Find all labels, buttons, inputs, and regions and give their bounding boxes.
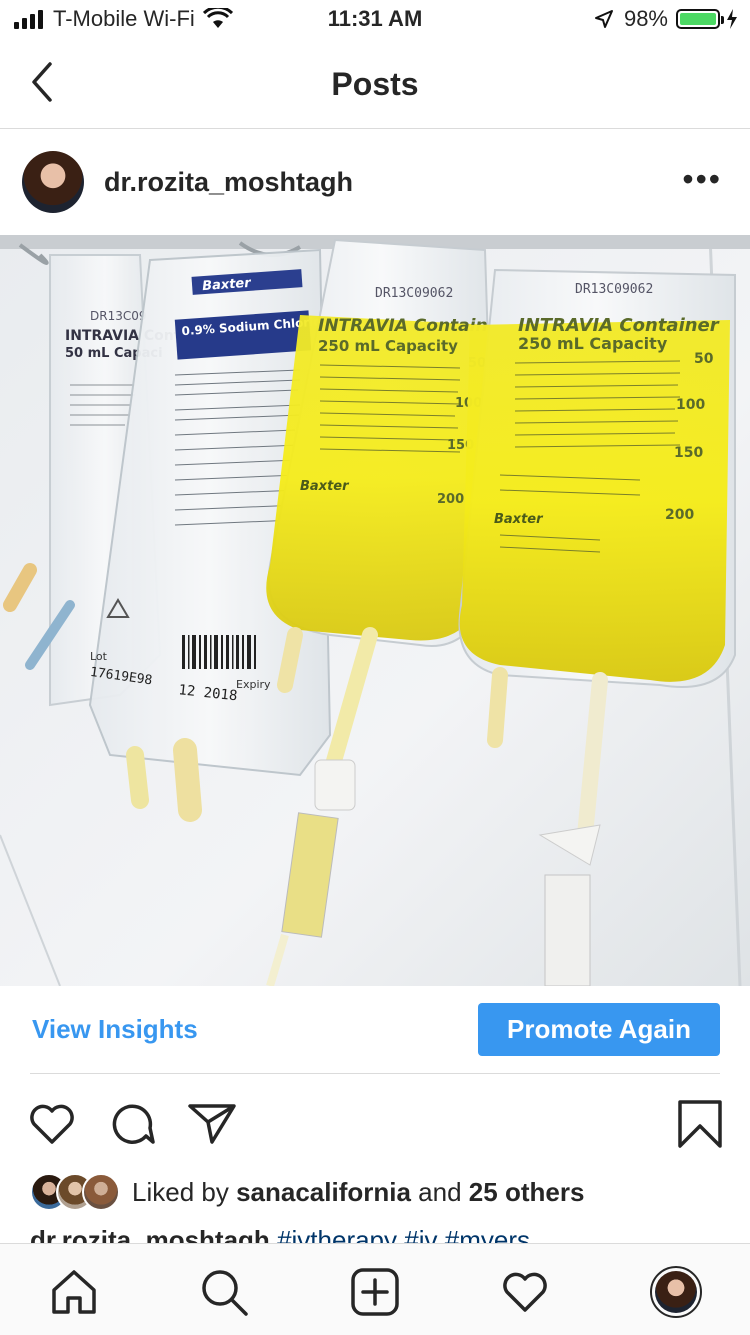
ellipsis-icon: ••• (682, 161, 722, 197)
bag3-title-text: INTRAVIA Container (518, 315, 720, 336)
tab-profile[interactable] (650, 1266, 702, 1318)
heart-icon (30, 1104, 74, 1144)
hashtag[interactable]: #iv (404, 1225, 437, 1243)
status-right: 98% (594, 6, 738, 32)
likes-prefix: Liked by (132, 1176, 229, 1207)
likes-and: and (418, 1176, 462, 1207)
bookmark-icon (678, 1100, 722, 1148)
battery-percent: 98% (623, 6, 668, 31)
battery-icon (676, 9, 724, 29)
caption: dr.rozita_moshtagh #ivtherapy #iv #myers (30, 1225, 530, 1243)
bag3-mark-200: 200 (665, 507, 694, 523)
bag2-mark-200: 200 (437, 492, 464, 507)
nav-bar: Posts (0, 40, 750, 129)
search-icon (202, 1270, 248, 1316)
comment-icon (112, 1104, 155, 1144)
share-button[interactable] (186, 1098, 238, 1150)
likes-others[interactable]: 25 others (469, 1177, 585, 1207)
post-username[interactable]: dr.rozita_moshtagh (104, 167, 353, 198)
bag2-capacity-text: 250 mL Capacity (318, 337, 458, 355)
view-insights-link[interactable]: View Insights (32, 1014, 198, 1045)
iv-bags-illustration: DR13C09 INTRAVIA Cont 50 mL Capaci Baxte… (0, 235, 750, 986)
hashtag[interactable]: #ivtherapy (277, 1225, 397, 1243)
post-photo[interactable]: DR13C09 INTRAVIA Cont 50 mL Capaci Baxte… (0, 235, 750, 986)
tab-bar (0, 1243, 750, 1335)
tab-home[interactable] (48, 1266, 100, 1318)
caption-clip: dr.rozita_moshtagh #ivtherapy #iv #myers (0, 1213, 750, 1243)
bag3-mark-50: 50 (694, 351, 714, 367)
caption-username[interactable]: dr.rozita_moshtagh (30, 1225, 270, 1243)
tab-activity[interactable] (499, 1266, 551, 1318)
bag1-lot-label: Lot (90, 650, 108, 663)
page-title: Posts (331, 66, 419, 102)
activity-heart-icon (503, 1272, 547, 1312)
likes-row[interactable]: Liked by sanacalifornia and 25 others (30, 1172, 584, 1212)
more-options-button[interactable]: ••• (682, 161, 722, 198)
bag2-lot-text: DR13C09062 (375, 286, 453, 301)
bag3-mark-150: 150 (674, 445, 703, 461)
bag2-brand-text: Baxter (300, 479, 350, 494)
save-button[interactable] (674, 1098, 726, 1150)
avatar[interactable] (22, 151, 84, 213)
location-arrow-icon (594, 10, 613, 28)
profile-avatar (650, 1266, 702, 1318)
tab-add-post[interactable] (349, 1266, 401, 1318)
bag3-brand-text: Baxter (494, 512, 544, 527)
tab-search[interactable] (198, 1266, 250, 1318)
charging-bolt-icon (727, 9, 737, 29)
paper-plane-icon (188, 1104, 236, 1144)
bag1-expiry-label: Expiry (236, 678, 271, 691)
liker-avatar (82, 1173, 120, 1211)
promote-again-button[interactable]: Promote Again (478, 1003, 720, 1056)
liker-username[interactable]: sanacalifornia (236, 1177, 411, 1207)
bag3-mark-100: 100 (676, 397, 705, 413)
likes-text: Liked by sanacalifornia and 25 others (132, 1177, 584, 1208)
bag3-lot-text: DR13C09062 (575, 282, 653, 297)
divider (30, 1073, 720, 1074)
home-icon (52, 1270, 96, 1314)
bag3-capacity-text: 250 mL Capacity (518, 334, 668, 353)
status-bar: T-Mobile Wi-Fi 11:31 AM 98% (0, 0, 750, 40)
hashtag[interactable]: #myers (445, 1225, 530, 1243)
comment-button[interactable] (106, 1098, 158, 1150)
add-post-icon (351, 1268, 399, 1316)
bag0-lot-text: DR13C09 (90, 309, 147, 323)
post-header: dr.rozita_moshtagh ••• (0, 129, 750, 235)
like-button[interactable] (26, 1098, 78, 1150)
